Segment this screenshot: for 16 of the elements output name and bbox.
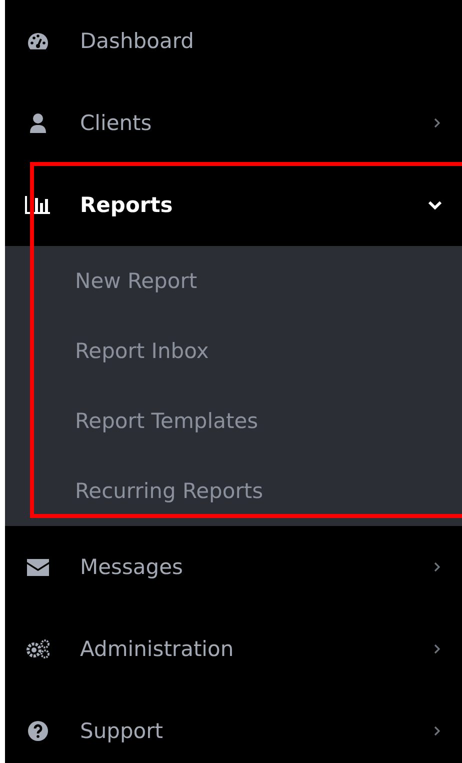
dashboard-gauge-icon: [27, 32, 49, 50]
sidebar-item[interactable]: Reports: [5, 164, 462, 246]
question-circle-icon: [28, 721, 48, 741]
envelope-icon: [27, 558, 49, 576]
submenu-item[interactable]: Report Inbox: [5, 316, 462, 386]
bar-chart-icon: [25, 195, 51, 215]
sidebar-item[interactable]: Support: [5, 690, 462, 763]
sidebar-item[interactable]: Administration: [5, 608, 462, 690]
sidebar-item[interactable]: Messages: [5, 526, 462, 608]
sidebar-item[interactable]: Clients: [5, 82, 462, 164]
submenu-item[interactable]: Recurring Reports: [5, 456, 462, 526]
user-icon: [29, 113, 47, 133]
submenu-item[interactable]: New Report: [5, 246, 462, 316]
submenu-item[interactable]: Report Templates: [5, 386, 462, 456]
sidebar-item[interactable]: Dashboard: [5, 0, 462, 82]
gears-icon: [26, 639, 50, 659]
